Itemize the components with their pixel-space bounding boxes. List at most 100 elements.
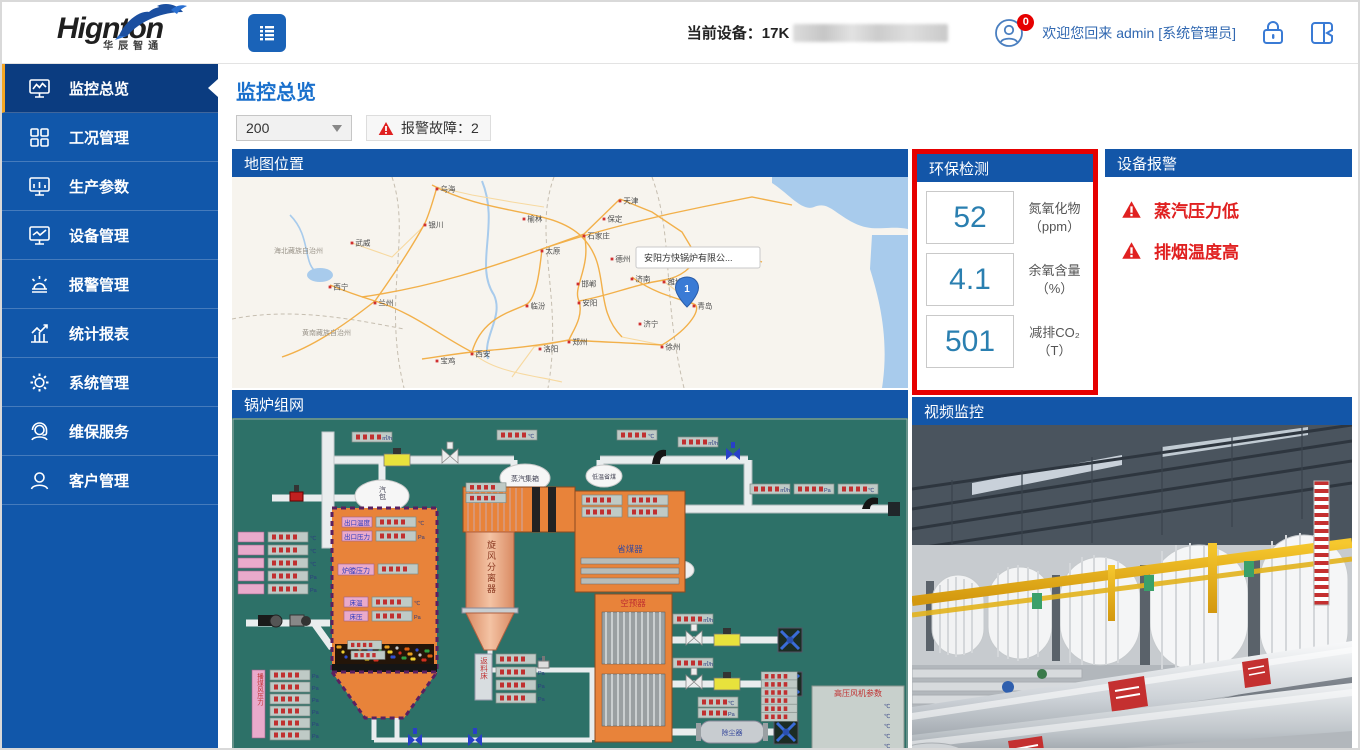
- superheater-bank: [463, 483, 575, 532]
- boiler-diagram[interactable]: ㎥/h ℃ ℃ ㎥/h ㎥/h Pa ℃: [232, 418, 908, 748]
- map-panel-header: 地图位置: [232, 149, 908, 177]
- sidebar-item-production-params[interactable]: 生产参数: [2, 162, 218, 211]
- sidebar-item-label: 维保服务: [69, 421, 129, 442]
- notification-user-button[interactable]: 0: [994, 18, 1028, 48]
- svg-text:Pa: Pa: [310, 575, 318, 581]
- device-select-value: 200: [246, 120, 269, 136]
- svg-text:除尘器: 除尘器: [722, 728, 743, 737]
- alarm-item-steam-pressure-low: 蒸汽压力低: [1121, 197, 1352, 222]
- coal-dot: [389, 650, 392, 653]
- svg-text:Pa: Pa: [728, 712, 736, 718]
- map-city-label: 临汾: [530, 301, 545, 311]
- current-device-label: 当前设备：17K: [687, 22, 790, 43]
- air-preheater: 空预器: [595, 594, 672, 742]
- svg-text:Pa: Pa: [418, 535, 426, 541]
- map-city-dot: [436, 188, 439, 191]
- svg-text:Pa: Pa: [310, 588, 318, 594]
- svg-text:Pa: Pa: [538, 671, 546, 677]
- sidebar-item-label: 监控总览: [69, 78, 129, 99]
- svg-text:㎥/h: ㎥/h: [708, 439, 718, 447]
- sidebar-item-monitor-overview[interactable]: 监控总览: [2, 64, 218, 113]
- env-metric-nox: 52 氮氧化物（ppm）: [926, 191, 1086, 244]
- coal-dot: [423, 658, 426, 661]
- stats-chart-icon: [28, 322, 51, 345]
- user-icon: [28, 469, 51, 492]
- warning-triangle-icon: [1121, 200, 1142, 219]
- svg-text:Pa: Pa: [312, 722, 320, 728]
- svg-text:㎥/h: ㎥/h: [703, 616, 713, 624]
- env-value: 501: [926, 315, 1014, 368]
- alarm-item-flue-temp-high: 排烟温度高: [1121, 238, 1352, 263]
- device-select[interactable]: 200: [236, 115, 352, 141]
- coal-dot: [344, 655, 347, 658]
- map-city-label: 乌海: [440, 184, 455, 194]
- map-city-dot: [436, 360, 439, 363]
- map-panel: 地图位置: [232, 149, 908, 388]
- coal-dot: [429, 654, 432, 657]
- svg-text:℃: ℃: [418, 520, 424, 527]
- svg-text:℃: ℃: [648, 433, 654, 440]
- svg-text:℃: ℃: [310, 535, 316, 542]
- sidebar-item-maintenance-service[interactable]: 维保服务: [2, 407, 218, 456]
- sidebar-nav: 监控总览 工况管理 生产参数 设备管理: [2, 64, 218, 748]
- sidebar-item-system-management[interactable]: 系统管理: [2, 358, 218, 407]
- map-city-dot: [619, 200, 622, 203]
- sidebar-toggle-button[interactable]: [248, 14, 286, 52]
- env-label: 余氧含量（%）: [1023, 262, 1086, 297]
- chevron-down-icon: [332, 125, 342, 132]
- coal-dot: [412, 657, 415, 660]
- svg-text:℃: ℃: [310, 548, 316, 555]
- sidebar-item-device-management[interactable]: 设备管理: [2, 211, 218, 260]
- lock-screen-button[interactable]: [1260, 19, 1286, 47]
- boiler-panel: 锅炉组网: [232, 390, 908, 748]
- gear-icon: [28, 371, 51, 394]
- redacted-device-id: [793, 24, 948, 42]
- sidebar-item-label: 报警管理: [69, 274, 129, 295]
- map-city-dot: [631, 278, 634, 281]
- map-city-dot: [578, 302, 581, 305]
- notification-badge: 0: [1017, 14, 1034, 31]
- svg-text:℃: ℃: [310, 561, 316, 568]
- svg-text:Pa: Pa: [312, 710, 320, 716]
- sidebar-item-label: 生产参数: [69, 176, 129, 197]
- sidebar-item-customer-management[interactable]: 客户管理: [2, 456, 218, 505]
- map-city-label: 济南: [635, 274, 650, 284]
- svg-text:㎥/h: ㎥/h: [382, 434, 392, 442]
- env-metric-oxygen: 4.1 余氧含量（%）: [926, 253, 1086, 306]
- map-city-label: 榆林: [527, 214, 542, 224]
- env-panel-header: 环保检测: [917, 154, 1093, 182]
- map-city-label: 武威: [355, 238, 370, 248]
- coal-dot: [395, 646, 398, 649]
- map-city-label: 济宁: [643, 319, 658, 329]
- sidebar-item-alarm-management[interactable]: 报警管理: [2, 260, 218, 309]
- cyclone-label: 旋风分离器: [486, 539, 496, 595]
- svg-text:空预器: 空预器: [620, 598, 646, 608]
- logout-icon: [1308, 19, 1336, 47]
- map-view[interactable]: 海北藏族自治州 黄南藏族自治州 乌海银川武威西宁兰州榆林太原石家庄天津保定德州济…: [232, 177, 908, 388]
- svg-text:炉膛压力: 炉膛压力: [342, 566, 370, 575]
- video-feed[interactable]: [912, 425, 1352, 748]
- map-city-dot: [693, 305, 696, 308]
- map-city-dot: [663, 281, 666, 284]
- video-panel: 视频监控: [912, 397, 1352, 748]
- map-city-label: 德州: [615, 254, 630, 264]
- map-city-label: 郑州: [572, 337, 587, 347]
- svg-text:床温: 床温: [350, 598, 364, 607]
- list-menu-icon: [257, 23, 277, 43]
- env-value: 4.1: [926, 253, 1014, 306]
- device-alarm-panel: 设备报警 蒸汽压力低: [1105, 149, 1352, 381]
- alarm-summary-badge[interactable]: 报警故障：2: [366, 115, 491, 141]
- map-city-label: 安阳: [582, 298, 597, 308]
- sidebar-item-label: 统计报表: [69, 323, 129, 344]
- svg-text:℃: ℃: [728, 700, 734, 707]
- page-title: 监控总览: [236, 76, 1349, 105]
- logout-button[interactable]: [1308, 19, 1336, 47]
- svg-text:床压: 床压: [350, 612, 364, 621]
- svg-text:℃: ℃: [884, 713, 890, 720]
- svg-text:省煤器: 省煤器: [617, 544, 643, 554]
- map-city-dot: [541, 250, 544, 253]
- coal-dot: [392, 655, 395, 658]
- sidebar-item-statistics-report[interactable]: 统计报表: [2, 309, 218, 358]
- sidebar-item-condition-management[interactable]: 工况管理: [2, 113, 218, 162]
- coal-dot: [409, 652, 412, 655]
